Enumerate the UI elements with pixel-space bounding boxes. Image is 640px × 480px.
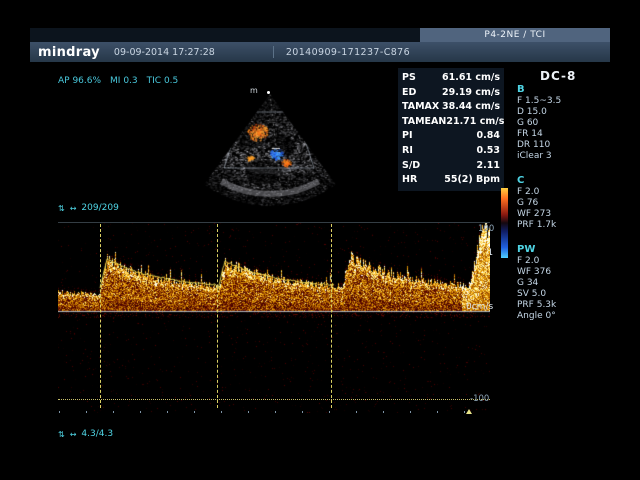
pw-spectrum-canvas (58, 223, 490, 413)
section-label-pw: PW (517, 244, 609, 256)
measurement-value: 0.84 (477, 129, 500, 144)
measurement-row: RI 0.53 (402, 144, 500, 159)
measurement-label: HR (402, 173, 417, 188)
param-item: D 15.0 (517, 107, 609, 118)
datetime-text: 09-09-2014 17:27:28 (114, 47, 215, 58)
param-item: WF 376 (517, 267, 609, 278)
section-label-b: B (517, 84, 609, 96)
spectral-doppler-area (58, 222, 490, 413)
measure-marker-line-3 (331, 224, 332, 408)
measurement-row: TAMEAN 21.71 cm/s (402, 115, 500, 130)
measurement-row: PI 0.84 (402, 129, 500, 144)
cine-counter-row: ⇅ ↔ 209/209 (58, 203, 119, 213)
top-strip: P4-2NE / TCI (30, 28, 610, 42)
measurement-row: PS 61.61 cm/s (402, 71, 500, 86)
param-item: G 60 (517, 118, 609, 129)
ultrasound-screen: P4-2NE / TCI mindray 09-09-2014 17:27:28… (0, 0, 640, 480)
mechanical-index: MI 0.3 (110, 76, 138, 86)
measurement-row: HR 55(2) Bpm (402, 173, 500, 188)
param-item: SV 5.0 (517, 289, 609, 300)
param-item: PRF 1.7k (517, 220, 609, 231)
sweep-counter: 4.3/4.3 (81, 429, 113, 439)
measurement-value: 2.11 (477, 159, 500, 174)
param-item: F 2.0 (517, 187, 609, 198)
measurement-row: TAMAX 38.44 cm/s (402, 100, 500, 115)
measurement-value: 38.44 cm/s (442, 100, 500, 115)
param-item: PRF 5.3k (517, 300, 609, 311)
measurement-row: S/D 2.11 (402, 159, 500, 174)
measurement-label: RI (402, 144, 413, 159)
param-item: G 34 (517, 278, 609, 289)
param-item: F 1.5~3.5 (517, 96, 609, 107)
velocity-scale-bottom: -100 (470, 394, 489, 404)
header-bar: mindray 09-09-2014 17:27:28 20140909-171… (30, 42, 610, 62)
machine-model-label: DC-8 (540, 69, 576, 83)
measurement-value: 55(2) Bpm (444, 173, 500, 188)
measurement-label: TAMEAN (402, 115, 446, 130)
measurement-value: 0.53 (477, 144, 500, 159)
sidebar-section-b: B F 1.5~3.5 D 15.0 G 60 FR 14 DR 110 iCl… (517, 84, 609, 162)
acoustic-power: AP 96.6% (58, 76, 101, 86)
param-item: FR 14 (517, 129, 609, 140)
velocity-marker-dotted-line (58, 399, 490, 400)
sidebar-section-c: C F 2.0 G 76 WF 273 PRF 1.7k (517, 175, 609, 231)
velocity-scale-zero: 0cm/s (466, 302, 493, 312)
param-item: Angle 0° (517, 311, 609, 322)
probe-apex-dot (267, 91, 270, 94)
brand-logo: mindray (38, 45, 100, 60)
sweep-time-row: ⇅ ↔ 4.3/4.3 (58, 429, 113, 439)
param-item: WF 273 (517, 209, 609, 220)
time-ruler-ticks (59, 411, 489, 413)
param-item: DR 110 (517, 140, 609, 151)
cine-counter: 209/209 (81, 203, 118, 213)
patient-id: 20140909-171237-C876 (286, 47, 410, 58)
measurement-value: 21.71 cm/s (446, 115, 504, 130)
cine-scroll-icon[interactable]: ⇅ (58, 204, 65, 213)
velocity-scale-top: 100 (478, 224, 494, 234)
cine-range-icon[interactable]: ↔ (70, 204, 77, 213)
probe-tab[interactable]: P4-2NE / TCI (420, 28, 610, 42)
acoustic-output-info: AP 96.6% MI 0.3 TIC 0.5 (58, 76, 178, 86)
sidebar-section-pw: PW F 2.0 WF 376 G 34 SV 5.0 PRF 5.3k Ang… (517, 244, 609, 322)
measure-marker-line-1 (100, 224, 101, 408)
time-position-marker (466, 409, 472, 414)
param-item: iClear 3 (517, 151, 609, 162)
section-label-c: C (517, 175, 609, 187)
measurement-value: 29.19 cm/s (442, 86, 500, 101)
param-item: F 2.0 (517, 256, 609, 267)
measurement-label: PI (402, 129, 413, 144)
measurement-results-panel: PS 61.61 cm/s ED 29.19 cm/s TAMAX 38.44 … (398, 68, 504, 191)
color-doppler-scale-bar (501, 188, 508, 258)
measurement-row: ED 29.19 cm/s (402, 86, 500, 101)
orientation-marker: m (250, 86, 258, 95)
b-mode-sector-image (186, 88, 356, 216)
measure-marker-line-2 (217, 224, 218, 408)
measurement-label: ED (402, 86, 416, 101)
measurement-label: S/D (402, 159, 420, 174)
header-divider (273, 46, 274, 58)
thermal-index: TIC 0.5 (147, 76, 179, 86)
param-item: G 76 (517, 198, 609, 209)
measurement-label: TAMAX (402, 100, 439, 115)
sweep-range-icon[interactable]: ↔ (70, 430, 77, 439)
sweep-scroll-icon[interactable]: ⇅ (58, 430, 65, 439)
measurement-label: PS (402, 71, 416, 86)
measurement-value: 61.61 cm/s (442, 71, 500, 86)
parameter-sidebar: B F 1.5~3.5 D 15.0 G 60 FR 14 DR 110 iCl… (517, 84, 609, 335)
